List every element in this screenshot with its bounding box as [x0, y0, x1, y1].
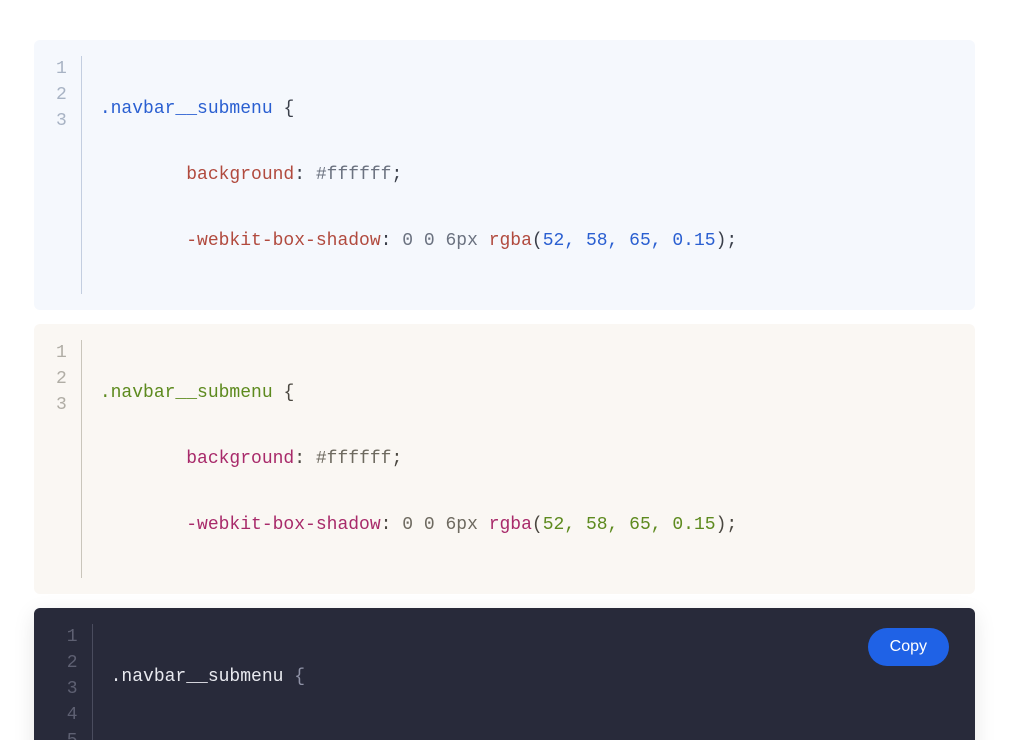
line-number: 4: [56, 702, 78, 728]
code-block-light-1: 1 2 3 .navbar__submenu { background: #ff…: [34, 40, 975, 310]
code-lines: .navbar__submenu { background: #ffffff; …: [82, 56, 737, 294]
line-number: 2: [56, 650, 78, 676]
line-number: 5: [56, 728, 78, 740]
brace-open: {: [294, 667, 305, 687]
code-line: .navbar__submenu {: [111, 664, 748, 690]
css-args: 52, 58, 65, 0.15: [543, 515, 716, 535]
line-number: 3: [56, 108, 67, 134]
line-number: 1: [56, 340, 67, 366]
code-line: background: #ffffff;: [100, 162, 737, 188]
css-value: #ffffff: [316, 165, 392, 185]
code-lines: .navbar__submenu { background: #ffffff; …: [93, 624, 748, 740]
line-number: 3: [56, 392, 67, 418]
line-number: 3: [56, 676, 78, 702]
css-selector: .navbar__submenu: [111, 667, 284, 687]
brace-open: {: [283, 383, 294, 403]
code-line: .navbar__submenu {: [100, 96, 737, 122]
css-property: background: [186, 165, 294, 185]
code-block-dark: Copy 1 2 3 4 5 6 7 8 9 10 11 12 13 .navb…: [34, 608, 975, 740]
line-number: 2: [56, 82, 67, 108]
brace-open: {: [283, 99, 294, 119]
css-property: background: [186, 449, 294, 469]
code-line: .navbar__submenu {: [100, 380, 737, 406]
code-block-light-2: 1 2 3 .navbar__submenu { background: #ff…: [34, 324, 975, 594]
css-selector: .navbar__submenu: [100, 99, 273, 119]
code-lines: .navbar__submenu { background: #ffffff; …: [82, 340, 737, 578]
css-value: 0 0 6px: [402, 515, 488, 535]
line-number-gutter: 1 2 3 4 5 6 7 8 9 10 11 12 13: [56, 624, 93, 740]
css-args: 52, 58, 65, 0.15: [543, 231, 716, 251]
line-number-gutter: 1 2 3: [56, 340, 82, 578]
line-number-gutter: 1 2 3: [56, 56, 82, 294]
line-number: 1: [56, 56, 67, 82]
css-selector: .navbar__submenu: [100, 383, 273, 403]
css-property: -webkit-box-shadow: [186, 231, 380, 251]
line-number: 2: [56, 366, 67, 392]
css-value: 0 0 6px: [402, 231, 488, 251]
code-line: background: #ffffff;: [100, 446, 737, 472]
code-line: -webkit-box-shadow: 0 0 6px rgba(52, 58,…: [100, 512, 737, 538]
line-number: 1: [56, 624, 78, 650]
css-function: rgba: [489, 515, 532, 535]
code-line: -webkit-box-shadow: 0 0 6px rgba(52, 58,…: [100, 228, 737, 254]
css-value: #ffffff: [316, 449, 392, 469]
copy-button[interactable]: Copy: [868, 628, 949, 666]
css-property: -webkit-box-shadow: [186, 515, 380, 535]
css-function: rgba: [489, 231, 532, 251]
